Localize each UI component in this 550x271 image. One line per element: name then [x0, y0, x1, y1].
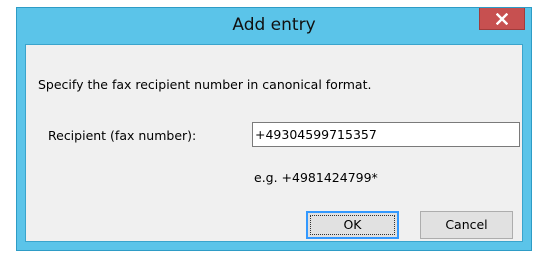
ok-button[interactable]: OK — [306, 211, 399, 239]
dialog-content: Specify the fax recipient number in cano… — [25, 44, 523, 242]
instruction-text: Specify the fax recipient number in cano… — [38, 77, 372, 92]
add-entry-dialog: Add entry Specify the fax recipient numb… — [16, 7, 532, 251]
example-hint: e.g. +4981424799* — [254, 170, 378, 185]
close-x-icon — [496, 12, 508, 25]
window-title: Add entry — [232, 15, 316, 35]
recipient-fax-input[interactable] — [252, 122, 520, 147]
title-bar[interactable]: Add entry — [17, 8, 531, 44]
ok-button-label: OK — [343, 217, 362, 232]
recipient-label: Recipient (fax number): — [48, 128, 197, 143]
cancel-button[interactable]: Cancel — [420, 211, 513, 239]
close-button[interactable] — [479, 8, 525, 30]
cancel-button-label: Cancel — [445, 217, 488, 232]
